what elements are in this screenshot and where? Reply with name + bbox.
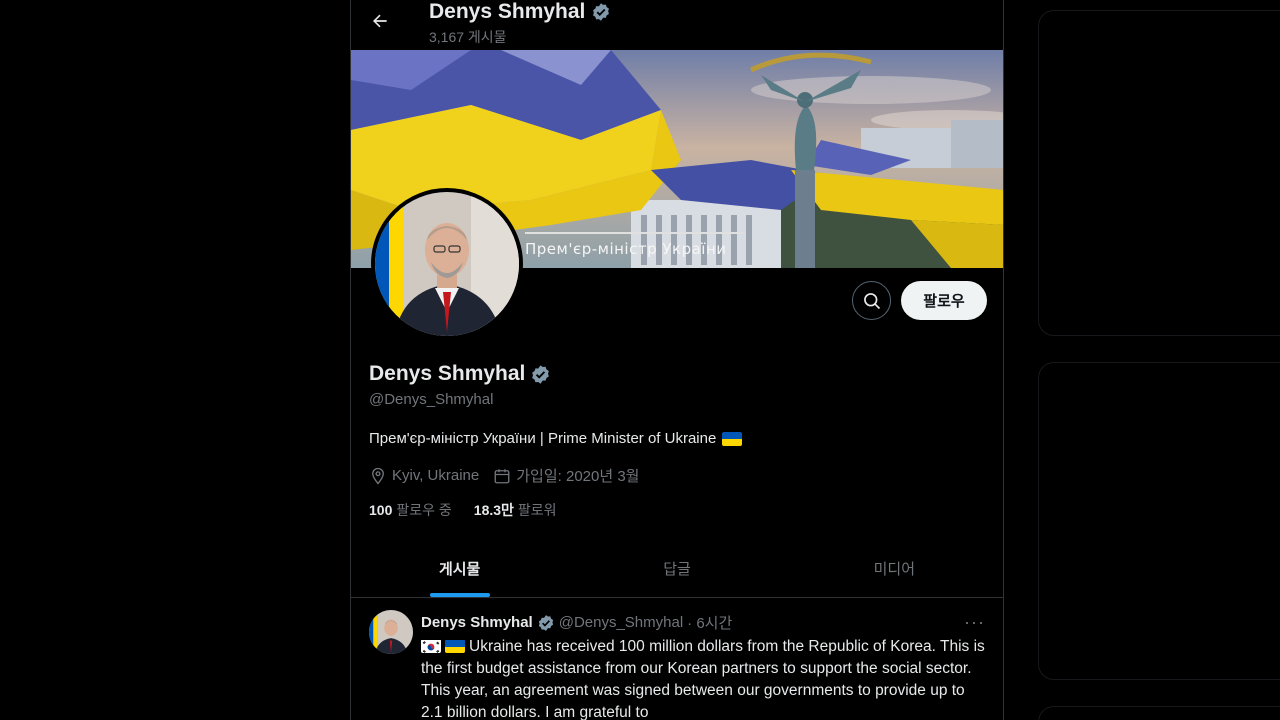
follow-stats: 100 팔로우 중 18.3만 팔로워 xyxy=(369,500,557,520)
tab-posts[interactable]: 게시물 xyxy=(351,540,568,597)
korea-flag-icon xyxy=(421,639,441,653)
ukraine-flag-icon xyxy=(445,639,465,653)
tab-replies[interactable]: 답글 xyxy=(568,540,785,597)
verified-badge-icon[interactable] xyxy=(530,364,551,385)
bio-text: Прем'єр-міністр України | Prime Minister… xyxy=(369,430,717,447)
followers-count: 18.3만 xyxy=(473,502,514,518)
right-panel-top xyxy=(1038,10,1280,336)
ukraine-flag-icon xyxy=(722,431,743,446)
right-panel-bottom xyxy=(1038,706,1280,720)
banner-caption: Прем'єр-міністр України xyxy=(525,240,727,258)
right-panel-middle xyxy=(1038,362,1280,680)
post-time[interactable]: · 6시간 xyxy=(687,612,732,633)
top-bar: Denys Shmyhal 3,167 게시물 xyxy=(351,0,1003,50)
following-link[interactable]: 100 팔로우 중 xyxy=(369,500,452,520)
following-label: 팔로우 중 xyxy=(396,502,452,518)
profile-name-row: Denys Shmyhal xyxy=(369,362,551,386)
joined-item: 가입일: 2020년 3월 xyxy=(493,465,639,486)
follow-button[interactable]: 팔로우 xyxy=(901,281,987,320)
profile-handle: @Denys_Shmyhal xyxy=(369,391,494,408)
post-body: Ukraine has received 100 million dollars… xyxy=(421,636,987,720)
calendar-icon xyxy=(494,468,510,483)
post-count: 3,167 게시물 xyxy=(429,29,507,45)
post-text: Ukraine has received 100 million dollars… xyxy=(421,638,985,720)
tab-posts-label: 게시물 xyxy=(438,561,481,578)
back-button[interactable] xyxy=(365,6,395,36)
tab-media[interactable]: 미디어 xyxy=(786,540,1003,597)
post-author-name[interactable]: Denys Shmyhal xyxy=(421,614,533,631)
active-tab-indicator xyxy=(429,593,490,597)
avatar-image xyxy=(375,192,519,336)
profile-meta: Kyiv, Ukraine 가입일: 2020년 3월 xyxy=(369,465,653,486)
post-avatar-image xyxy=(369,610,413,654)
verified-badge-icon xyxy=(538,614,553,631)
followers-label: 팔로워 xyxy=(517,502,557,518)
post-header: Denys Shmyhal @Denys_Shmyhal · 6시간 xyxy=(421,612,732,633)
profile-avatar[interactable] xyxy=(371,188,523,340)
header-name: Denys Shmyhal xyxy=(429,0,586,23)
location-item: Kyiv, Ukraine xyxy=(369,467,479,485)
post-item[interactable]: Denys Shmyhal @Denys_Shmyhal · 6시간 ··· U… xyxy=(351,598,1003,720)
tab-media-label: 미디어 xyxy=(873,561,916,578)
post-author-handle[interactable]: @Denys_Shmyhal xyxy=(559,614,683,631)
profile-tabs: 게시물 답글 미디어 xyxy=(351,540,1003,598)
profile-bio: Прем'єр-міністр України | Prime Minister… xyxy=(369,430,746,447)
followers-link[interactable]: 18.3만 팔로워 xyxy=(474,500,557,520)
verified-badge-icon xyxy=(593,3,610,21)
profile-column: Denys Shmyhal 3,167 게시물 Прем'єр-міністр … xyxy=(350,0,1004,720)
back-arrow-icon xyxy=(373,14,387,28)
location-pin-icon xyxy=(372,467,384,485)
post-avatar[interactable] xyxy=(369,610,413,654)
location-text: Kyiv, Ukraine xyxy=(392,467,480,484)
profile-name: Denys Shmyhal xyxy=(369,362,526,385)
joined-text: 가입일: 2020년 3월 xyxy=(516,468,640,485)
post-more-button[interactable]: ··· xyxy=(964,612,985,633)
search-profile-button[interactable] xyxy=(852,281,891,320)
header-title: Denys Shmyhal xyxy=(429,0,611,24)
search-icon xyxy=(863,292,880,309)
tab-replies-label: 답글 xyxy=(663,561,691,578)
following-count: 100 xyxy=(369,502,393,518)
